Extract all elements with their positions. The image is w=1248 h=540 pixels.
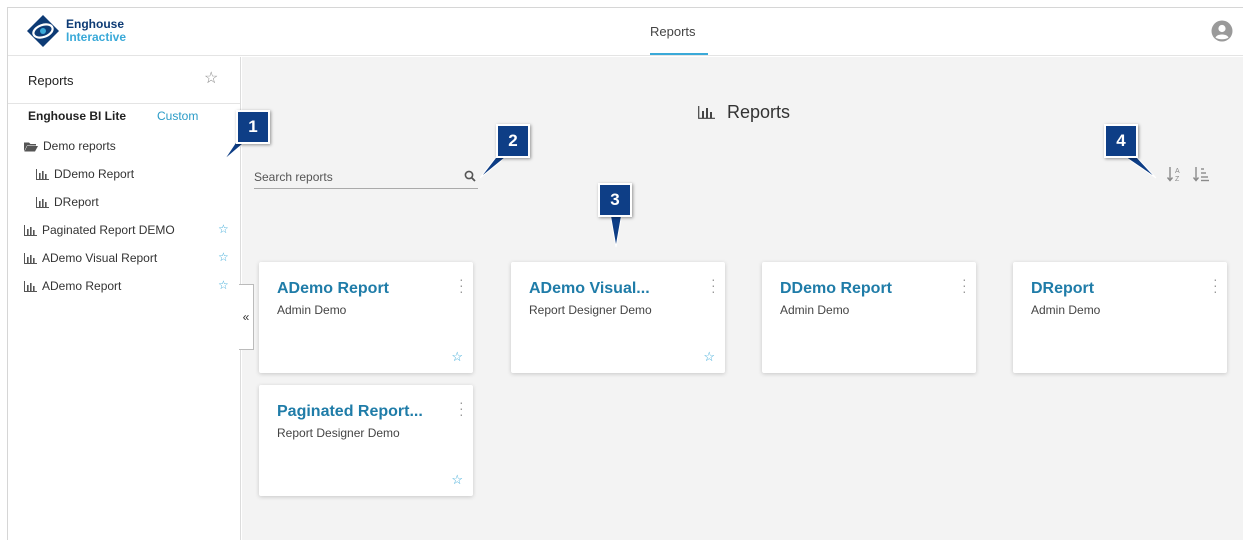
logo-text: Enghouse Interactive [66,18,126,44]
kebab-menu-icon[interactable]: · · · [962,272,967,298]
sidebar-item-ddemo-report[interactable]: DDemo Report [36,167,134,181]
page-title: Reports [727,102,791,122]
card-title[interactable]: DReport [1031,280,1094,298]
sidebar-item-ademo-report[interactable]: ADemo Report [24,279,121,293]
favorite-star-icon[interactable]: ☆ [218,222,229,236]
card-subtitle: Report Designer Demo [529,303,652,317]
tab-reports[interactable]: Reports [650,24,696,39]
report-card-paginated-report[interactable]: Paginated Report... Report Designer Demo… [259,385,473,496]
favorite-star-icon[interactable]: ☆ [703,349,715,365]
sidebar-item-label: ADemo Report [42,279,122,293]
callout-badge: 1 [236,110,270,144]
chart-icon [24,224,37,236]
enghouse-logo-icon [27,15,59,47]
callout-badge: 3 [598,183,632,217]
chart-icon [36,168,49,180]
card-subtitle: Admin Demo [277,303,347,317]
callout-badge: 2 [496,124,530,158]
sidebar-item-label: Demo reports [43,139,116,153]
sort-alpha-icon[interactable]: A Z [1166,165,1184,183]
kebab-menu-icon[interactable]: · · · [711,272,716,298]
search-input[interactable] [254,167,454,187]
chart-icon [24,280,37,292]
sort-controls: A Z [1166,165,1210,183]
sidebar-item-dreport[interactable]: DReport [36,195,99,209]
sidebar-item-label: ADemo Visual Report [42,251,158,265]
kebab-menu-icon[interactable]: · · · [1213,272,1218,298]
enghouse-logo[interactable]: Enghouse Interactive [26,14,126,48]
sidebar-collapse-button[interactable]: « [239,284,254,350]
svg-text:Z: Z [1175,176,1180,183]
sidebar-item-label: DReport [54,195,99,209]
logo-line2: Interactive [66,30,127,44]
page-heading: Reports [698,102,790,123]
sidebar-custom-link[interactable]: Custom [157,109,198,123]
sidebar-item-ademo-visual-report[interactable]: ADemo Visual Report [24,251,157,265]
search-icon[interactable] [464,170,476,182]
card-subtitle: Report Designer Demo [277,426,400,440]
sidebar-title: Reports [28,73,74,88]
sidebar-item-label: Paginated Report DEMO [42,223,175,237]
chart-icon [36,196,49,208]
card-subtitle: Admin Demo [780,303,850,317]
folder-open-icon [24,142,38,151]
chart-icon [24,252,37,264]
tab-active-indicator [650,53,708,55]
card-title[interactable]: ADemo Report [277,280,389,298]
callout-badge: 4 [1104,124,1138,158]
favorite-star-icon[interactable]: ☆ [218,278,229,292]
card-title[interactable]: Paginated Report... [277,403,423,421]
svg-text:A: A [1175,168,1180,175]
report-card-ademo-report[interactable]: ADemo Report Admin Demo · · · ☆ [259,262,473,373]
chart-icon [698,106,715,119]
sidebar-item-paginated-report-demo[interactable]: Paginated Report DEMO [24,223,175,237]
sidebar-favorites-star-icon[interactable]: ☆ [204,68,218,88]
sidebar: Reports ☆ Enghouse BI Lite Custom Demo r… [8,57,241,540]
report-card-dreport[interactable]: DReport Admin Demo · · · [1013,262,1227,373]
kebab-menu-icon[interactable]: · · · [459,395,464,421]
favorite-star-icon[interactable]: ☆ [218,250,229,264]
sidebar-item-demo-reports[interactable]: Demo reports [24,139,116,153]
report-card-ademo-visual[interactable]: ADemo Visual... Report Designer Demo · · ·… [511,262,725,373]
sidebar-section-label[interactable]: Enghouse BI Lite [28,109,126,123]
favorite-star-icon[interactable]: ☆ [451,472,463,488]
sort-list-icon[interactable] [1192,165,1210,183]
user-avatar-icon[interactable] [1211,20,1233,42]
search-box [254,167,478,189]
card-subtitle: Admin Demo [1031,303,1101,317]
main-content: Reports A Z ADemo Report Admin Demo ··· … [242,57,1243,540]
kebab-menu-icon[interactable]: · · · [459,272,464,298]
report-card-ddemo-report[interactable]: DDemo Report Admin Demo · · · [762,262,976,373]
sidebar-item-label: DDemo Report [54,167,135,181]
card-title[interactable]: ADemo Visual... [529,280,650,298]
card-title[interactable]: DDemo Report [780,280,892,298]
sidebar-divider [8,103,240,104]
favorite-star-icon[interactable]: ☆ [451,349,463,365]
top-header: Enghouse Interactive Reports [8,8,1243,56]
